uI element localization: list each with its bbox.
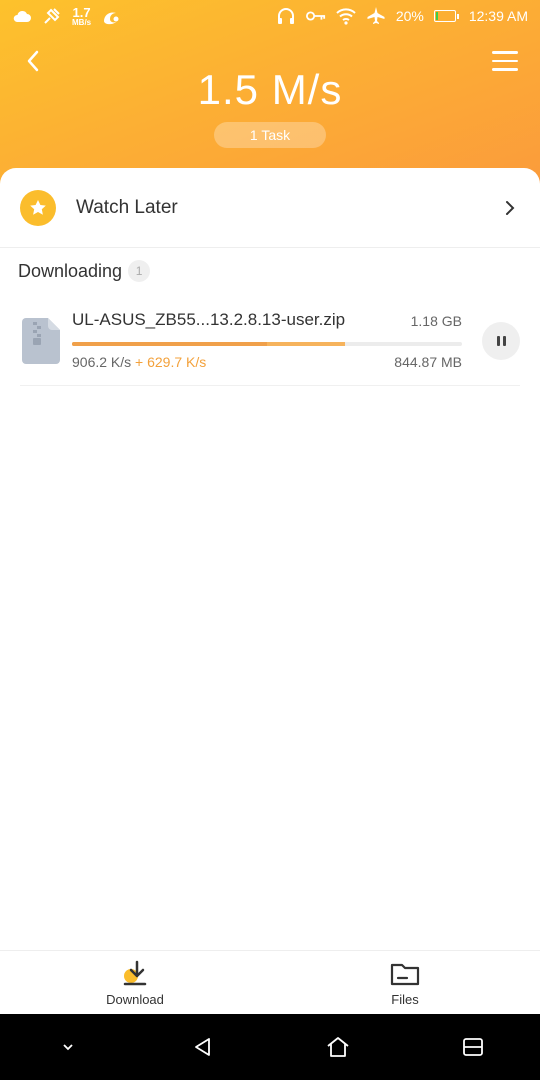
- net-speed-value: 1.7: [72, 4, 91, 20]
- download-speed: 906.2 K/s + 629.7 K/s: [72, 354, 206, 370]
- nav-download[interactable]: Download: [0, 951, 270, 1014]
- system-navigation-bar: [0, 1014, 540, 1080]
- home-icon: [326, 1037, 349, 1057]
- bottom-navigation: Download Files: [0, 950, 540, 1014]
- vpn-key-icon: [305, 6, 326, 26]
- hide-nav-button[interactable]: [48, 1027, 88, 1067]
- file-name: UL-ASUS_ZB55...13.2.8.13-user.zip: [72, 310, 346, 329]
- pause-icon: [502, 336, 506, 346]
- uc-browser-icon: [101, 6, 121, 26]
- downloading-section-header: Downloading 1: [18, 260, 151, 282]
- satellite-icon: [42, 6, 62, 26]
- chevron-down-icon: [62, 1044, 73, 1051]
- download-speed-boost: + 629.7 K/s: [135, 354, 207, 370]
- net-speed-unit: MB/s: [72, 17, 92, 27]
- system-back-button[interactable]: [183, 1027, 223, 1067]
- nav-download-label: Download: [106, 992, 164, 1007]
- watch-later-label: Watch Later: [76, 196, 178, 218]
- download-icon: [119, 958, 151, 990]
- file-total-size: 1.18 GB: [410, 313, 462, 329]
- watch-later-row[interactable]: Watch Later: [0, 168, 540, 248]
- downloaded-amount: 844.87 MB: [394, 354, 462, 370]
- battery-percent: 20%: [395, 8, 424, 24]
- download-progress-bar: [72, 342, 462, 346]
- wifi-icon: [336, 6, 356, 26]
- folder-icon: [389, 958, 421, 990]
- pause-button[interactable]: [482, 322, 520, 360]
- nav-files-label: Files: [391, 992, 419, 1007]
- status-bar: 1.7 MB/s 20% 12:39 AM: [0, 0, 540, 32]
- star-icon: [20, 189, 56, 226]
- pause-icon: [496, 336, 500, 346]
- zip-file-icon: [22, 318, 60, 364]
- download-item[interactable]: UL-ASUS_ZB55...13.2.8.13-user.zip 1.18 G…: [20, 300, 520, 386]
- battery-icon: [433, 10, 459, 22]
- menu-icon-line: [492, 59, 518, 63]
- download-speed-base: 906.2 K/s: [72, 354, 132, 370]
- task-count-pill[interactable]: 1 Task: [214, 122, 326, 148]
- triangle-back-icon: [194, 1038, 210, 1056]
- system-home-button[interactable]: [318, 1027, 358, 1067]
- nav-files[interactable]: Files: [270, 951, 540, 1014]
- menu-icon-line: [492, 51, 518, 54]
- headphones-icon: [276, 6, 296, 26]
- airplane-mode-icon: [366, 6, 386, 26]
- recents-icon: [462, 1038, 483, 1056]
- downloading-count-badge: 1: [128, 260, 151, 282]
- cloud-icon: [12, 6, 32, 26]
- system-recents-button[interactable]: [453, 1027, 493, 1067]
- status-time: 12:39 AM: [468, 8, 528, 24]
- chevron-right-icon: [500, 198, 520, 218]
- net-speed: 1.7 MB/s: [72, 6, 91, 27]
- downloading-title: Downloading: [18, 260, 123, 281]
- total-download-speed: 1.5 M/s: [197, 66, 343, 113]
